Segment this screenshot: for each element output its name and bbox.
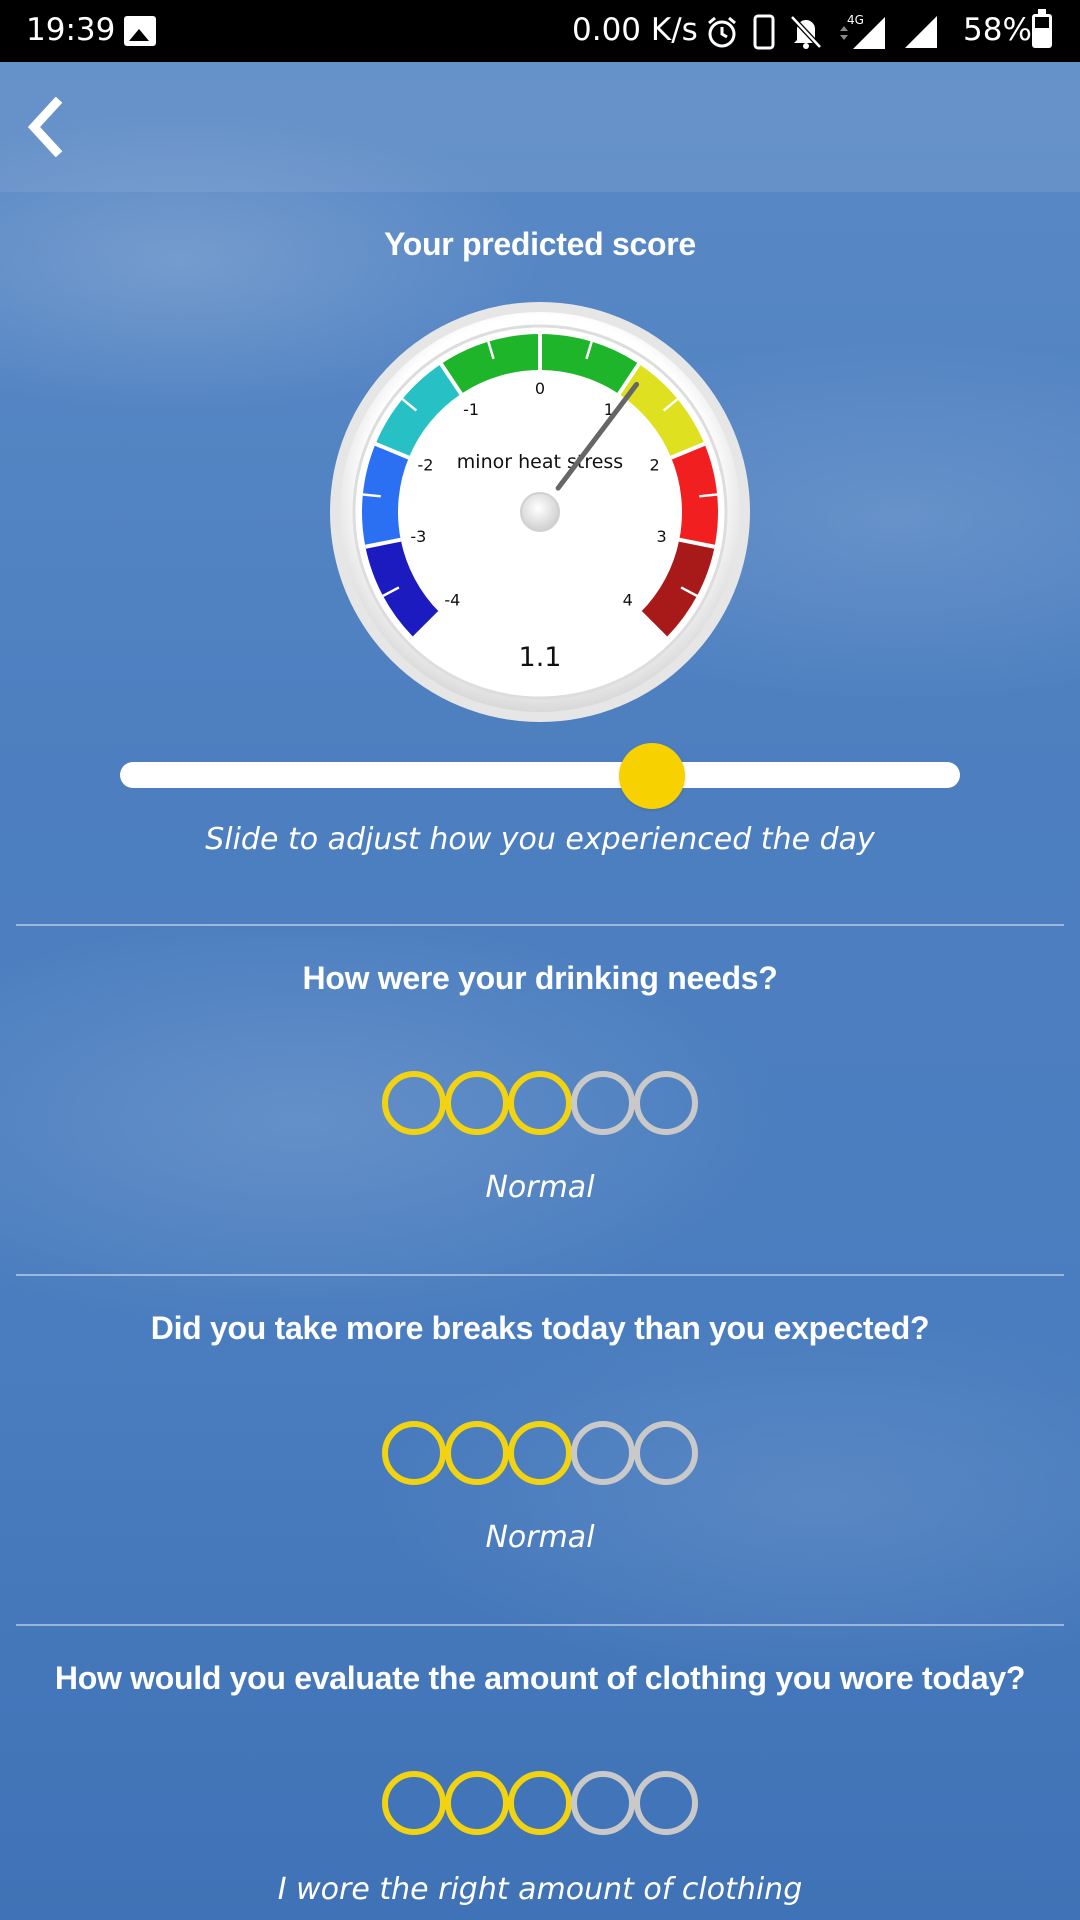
- question-clothing: How would you evaluate the amount of clo…: [54, 1660, 1026, 1696]
- rating-circle-2[interactable]: [445, 1421, 509, 1485]
- rating-circle-5[interactable]: [634, 1771, 698, 1835]
- chevron-left-icon: [27, 97, 63, 157]
- divider: [16, 1274, 1064, 1276]
- rating-circle-4[interactable]: [571, 1771, 635, 1835]
- rating-clothing: [382, 1771, 702, 1837]
- back-button[interactable]: [14, 92, 74, 162]
- network-speed: 0.00 K/s: [572, 12, 698, 48]
- score-title: Your predicted score: [384, 226, 696, 262]
- image-icon: [124, 16, 156, 46]
- battery-icon: [1032, 9, 1052, 48]
- score-gauge: -4-3-2-101234 minor heat stress 1.1: [330, 302, 750, 722]
- rating-circle-5[interactable]: [634, 1421, 698, 1485]
- rating-circle-2[interactable]: [445, 1071, 509, 1135]
- question-drinking: How were your drinking needs?: [302, 960, 778, 996]
- battery-percent: 58%: [963, 12, 1032, 48]
- gauge-tick-label: 0: [535, 379, 545, 398]
- rating-circle-2[interactable]: [445, 1771, 509, 1835]
- score-slider-thumb[interactable]: [618, 743, 685, 809]
- gauge-minor-tick: [362, 493, 381, 498]
- rating-circle-3[interactable]: [508, 1071, 572, 1135]
- rating-drinking: [382, 1071, 702, 1137]
- gauge-category-label: minor heat stress: [457, 451, 623, 473]
- rating-circle-3[interactable]: [508, 1421, 572, 1485]
- status-icons: 4G: [705, 12, 939, 52]
- app-header: [0, 62, 1080, 192]
- signal-icon: [905, 16, 937, 48]
- gauge-value: 1.1: [519, 642, 562, 673]
- question-breaks: Did you take more breaks today than you …: [150, 1310, 930, 1346]
- signal-4g-icon: 4G: [840, 13, 885, 49]
- status-time: 19:39: [26, 12, 116, 48]
- rating-circle-4[interactable]: [571, 1421, 635, 1485]
- phone-icon: [753, 14, 775, 50]
- answer-clothing: I wore the right amount of clothing: [277, 1872, 803, 1907]
- gauge-tick-label: 4: [623, 591, 633, 610]
- network-type: 4G: [847, 13, 864, 27]
- gauge-tick-label: -1: [463, 400, 479, 419]
- rating-circle-4[interactable]: [571, 1071, 635, 1135]
- gauge-tick-label: -4: [444, 591, 460, 610]
- gauge-tick-label: -2: [417, 456, 433, 475]
- bell-off-icon: [790, 15, 822, 49]
- gauge-tick-label: -3: [410, 527, 426, 546]
- rating-circle-3[interactable]: [508, 1771, 572, 1835]
- rating-circle-5[interactable]: [634, 1071, 698, 1135]
- slider-caption: Slide to adjust how you experienced the …: [205, 822, 875, 857]
- alarm-icon: [708, 16, 736, 48]
- answer-drinking: Normal: [485, 1170, 595, 1205]
- status-bar: 19:39 0.00 K/s 4G 58%: [0, 0, 1080, 62]
- rating-circle-1[interactable]: [382, 1421, 446, 1485]
- rating-circle-1[interactable]: [382, 1071, 446, 1135]
- divider: [16, 924, 1064, 926]
- gauge-minor-tick: [699, 493, 718, 498]
- rating-breaks: [382, 1421, 702, 1487]
- gauge-tick-label: 2: [649, 456, 659, 475]
- score-slider-track[interactable]: [120, 762, 960, 788]
- divider: [16, 1624, 1064, 1626]
- gauge-hub: [520, 492, 560, 532]
- gauge-tick-label: 3: [657, 527, 667, 546]
- answer-breaks: Normal: [485, 1520, 595, 1555]
- rating-circle-1[interactable]: [382, 1771, 446, 1835]
